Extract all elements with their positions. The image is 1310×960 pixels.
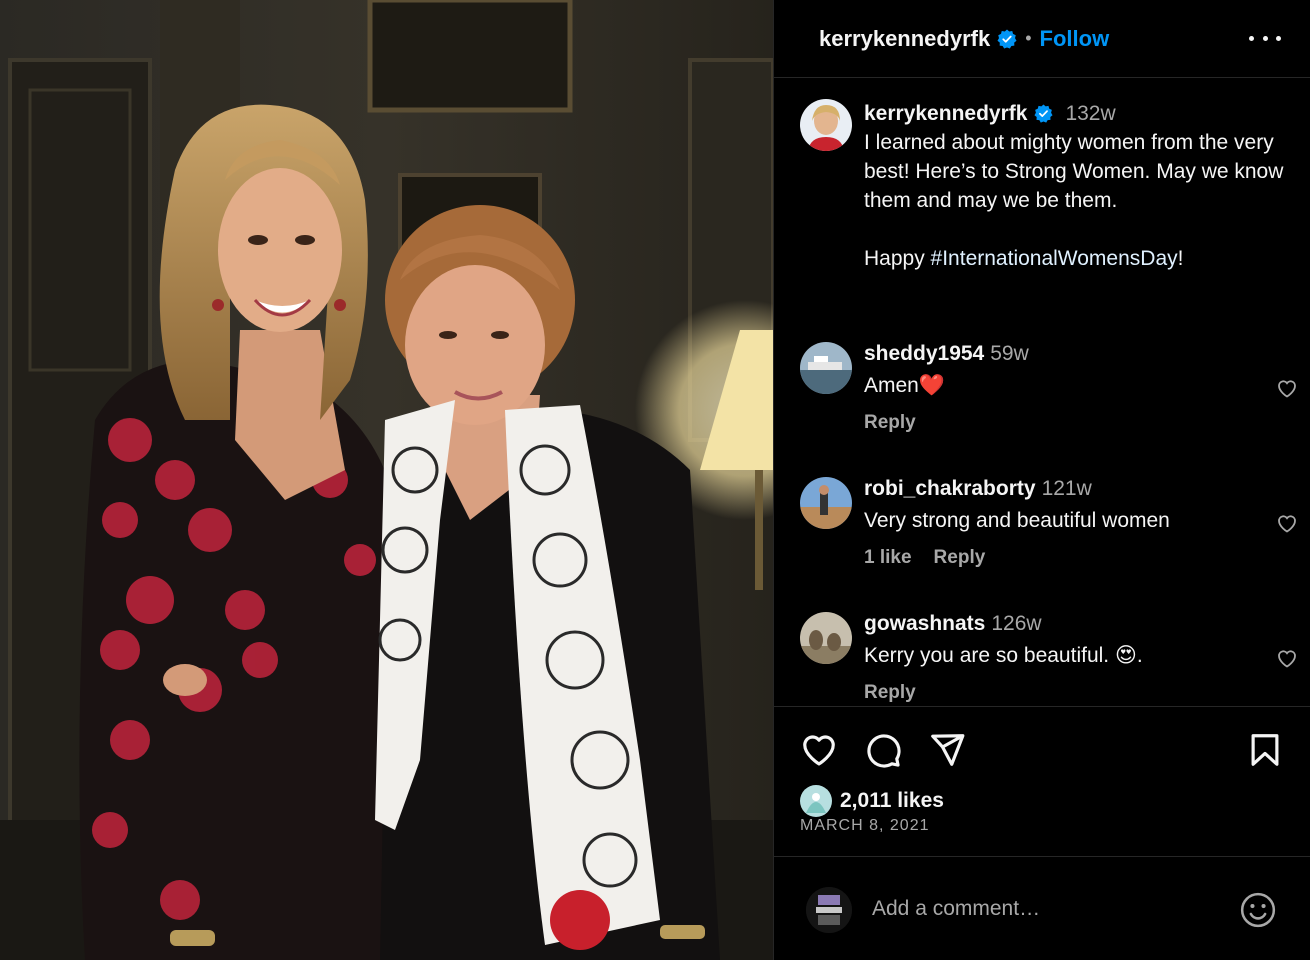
comment-header: robi_chakraborty 121w xyxy=(864,477,1284,506)
caption-happy-text: Happy xyxy=(864,247,931,270)
comment-text: Kerry you are so beautiful. 😍. xyxy=(864,641,1284,670)
likes-avatar xyxy=(800,785,832,817)
comment-text-content: Amen xyxy=(864,374,919,397)
current-user-avatar[interactable] xyxy=(806,887,852,933)
comment-like-heart-icon[interactable] xyxy=(1274,376,1300,400)
hashtag-link[interactable]: #InternationalWomensDay xyxy=(931,247,1178,270)
caption-avatar[interactable] xyxy=(800,99,852,151)
post-actions: 2,011 likes MARCH 8, 2021 xyxy=(774,706,1310,856)
comment-header: sheddy1954 59w xyxy=(864,342,1284,371)
heart-eyes-emoji: 😍. xyxy=(1114,644,1143,667)
caption-header: kerrykennedyrfk 132w xyxy=(864,99,1284,128)
post-details-panel: kerrykennedyrfk • Follow kerrykennedyrfk… xyxy=(773,0,1310,960)
comment-timestamp: 121w xyxy=(1041,477,1092,500)
comment-body: robi_chakraborty 121w Very strong and bea… xyxy=(864,477,1284,569)
comment-text: Very strong and beautiful women xyxy=(864,509,1170,532)
photo-illustration xyxy=(0,0,773,960)
more-dot xyxy=(1262,35,1268,41)
comment-username[interactable]: sheddy1954 xyxy=(864,342,984,365)
reply-button[interactable]: Reply xyxy=(934,547,986,568)
comment-avatar[interactable] xyxy=(800,477,852,529)
avatar-image xyxy=(800,477,852,529)
likes-count[interactable]: 2,011 likes xyxy=(840,789,944,813)
comments-scroll-area[interactable]: kerrykennedyrfk 132w I learned about mig… xyxy=(774,79,1310,706)
caption-hashtag-line: Happy #InternationalWomensDay! xyxy=(864,244,1284,273)
comment-timestamp: 59w xyxy=(990,342,1029,365)
verified-badge-icon xyxy=(997,29,1017,49)
caption-timestamp: 132w xyxy=(1065,101,1116,125)
avatar-image xyxy=(800,612,852,664)
add-comment-input[interactable] xyxy=(872,891,1212,927)
comment-item: sheddy1954 59w Amen❤️ Reply xyxy=(800,342,1300,442)
caption-username[interactable]: kerrykennedyrfk xyxy=(864,102,1027,126)
post-header: kerrykennedyrfk • Follow xyxy=(774,0,1310,78)
more-dot xyxy=(1276,35,1281,41)
reply-button[interactable]: Reply xyxy=(864,682,916,703)
comment-username[interactable]: robi_chakraborty xyxy=(864,477,1036,500)
reply-button[interactable]: Reply xyxy=(864,412,916,433)
comment-meta: Reply xyxy=(864,412,1284,434)
comment-header: gowashnats 126w xyxy=(864,612,1284,641)
caption-exclamation: ! xyxy=(1177,247,1184,270)
verified-badge-icon xyxy=(1034,104,1053,123)
avatar-image xyxy=(800,342,852,394)
more-options-icon[interactable] xyxy=(1249,26,1281,50)
comment-text-content: Kerry you are so beautiful. xyxy=(864,644,1115,667)
comment-meta: 1 like Reply xyxy=(864,547,1284,569)
likes-row[interactable]: 2,011 likes xyxy=(800,785,944,817)
comment-body: gowashnats 126w Kerry you are so beautifu… xyxy=(864,612,1284,704)
comment-avatar[interactable] xyxy=(800,342,852,394)
comment-text: Amen❤️ xyxy=(864,371,1284,400)
caption-text: I learned about mighty women from the ve… xyxy=(864,131,1284,212)
caption-body: kerrykennedyrfk 132w I learned about mig… xyxy=(864,99,1284,273)
more-dot xyxy=(1249,35,1254,41)
avatar-image xyxy=(800,785,832,817)
comment-body: sheddy1954 59w Amen❤️ Reply xyxy=(864,342,1284,434)
comment-like-heart-icon[interactable] xyxy=(1274,646,1300,670)
comment-item: robi_chakraborty 121w Very strong and bea… xyxy=(800,477,1300,577)
post-date: MARCH 8, 2021 xyxy=(800,817,930,834)
post-photo[interactable] xyxy=(0,0,773,960)
comment-timestamp: 126w xyxy=(991,612,1042,635)
comment-meta: Reply xyxy=(864,682,1284,704)
avatar-image xyxy=(806,887,852,933)
comment-item: gowashnats 126w Kerry you are so beautifu… xyxy=(800,612,1300,706)
comment-like-heart-icon[interactable] xyxy=(1274,511,1300,535)
header-separator: • xyxy=(1025,28,1032,48)
share-icon[interactable] xyxy=(928,731,966,769)
comment-composer xyxy=(774,856,1310,960)
smiley-icon[interactable] xyxy=(1239,891,1277,929)
red-heart-emoji: ❤️ xyxy=(918,374,946,397)
avatar-image xyxy=(800,99,852,151)
follow-button[interactable]: Follow xyxy=(1040,26,1110,52)
comment-username[interactable]: gowashnats xyxy=(864,612,985,635)
heart-icon[interactable] xyxy=(800,731,838,769)
like-count[interactable]: 1 like xyxy=(864,547,912,568)
comment-icon[interactable] xyxy=(864,731,902,769)
comment-avatar[interactable] xyxy=(800,612,852,664)
header-username[interactable]: kerrykennedyrfk xyxy=(819,26,990,52)
bookmark-icon[interactable] xyxy=(1246,731,1284,769)
